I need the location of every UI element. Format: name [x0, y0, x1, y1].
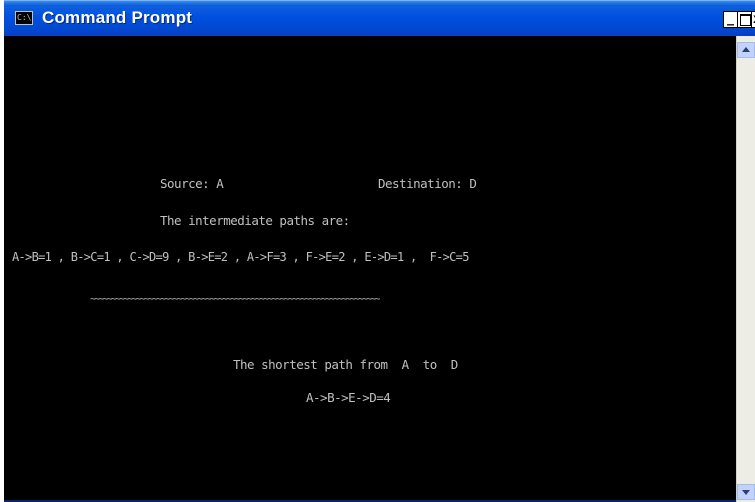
console-output[interactable]: Source: A Destination: D The intermediat… [4, 36, 736, 500]
paths-line: A->B=1 , B->C=1 , C->D=9 , B->E=2 , A->F… [12, 250, 469, 264]
console-app-icon[interactable]: C:\ [15, 11, 33, 25]
separator-line: ~~~~~~~~~~~~~~~~~~~~~~~~~~~~~~~~~~~~~~~~… [90, 294, 380, 305]
destination-label: Destination: D [378, 176, 477, 191]
shortest-path-heading: The shortest path from A to D [233, 357, 458, 372]
title-bar[interactable]: C:\ Command Prompt _ x [4, 0, 755, 36]
scroll-up-button[interactable] [737, 42, 755, 58]
minimize-icon: _ [727, 10, 734, 26]
maximize-button[interactable] [737, 11, 752, 28]
minimize-button[interactable]: _ [723, 11, 738, 28]
scroll-down-icon [742, 490, 750, 495]
source-label: Source: A [160, 176, 224, 191]
shortest-path-result: A->B->E->D=4 [306, 390, 391, 405]
scroll-down-button[interactable] [737, 484, 755, 500]
intermediate-heading: The intermediate paths are: [160, 213, 350, 228]
vertical-scrollbar[interactable] [736, 36, 755, 502]
close-button[interactable]: x [751, 11, 755, 28]
window-title: Command Prompt [42, 8, 193, 27]
scroll-up-icon [742, 47, 750, 52]
